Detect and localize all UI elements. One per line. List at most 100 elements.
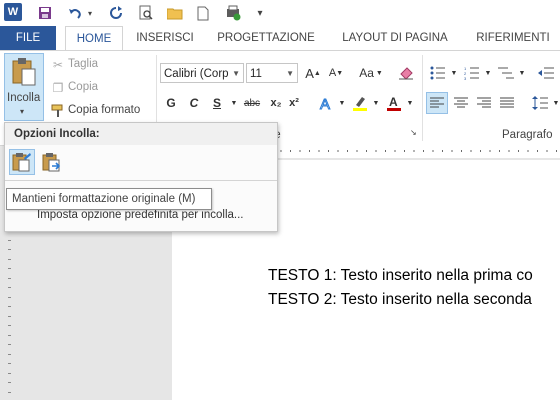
undo-dropdown-icon[interactable]: ▾: [80, 3, 100, 23]
merge-formatting-icon: [42, 153, 61, 172]
open-folder-icon[interactable]: [165, 3, 185, 23]
chevron-down-icon: ▼: [232, 69, 240, 78]
paste-button[interactable]: Incolla ▾: [4, 53, 44, 121]
strikethrough-icon[interactable]: abc: [240, 93, 264, 113]
ruler-tick: [347, 150, 348, 152]
keep-source-formatting-icon: [12, 153, 31, 172]
numbering-dropdown-icon[interactable]: ▼: [478, 63, 498, 83]
word-logo-icon: W: [4, 3, 22, 21]
ruler-tick: [432, 150, 434, 152]
font-name-value: Calibri (Corp: [164, 68, 229, 80]
document-line-2[interactable]: TESTO 2: Testo inserito nella seconda: [268, 291, 532, 309]
font-dialog-launcher-icon[interactable]: ↘: [410, 128, 417, 137]
font-size-value: 11: [250, 68, 262, 80]
quick-access-toolbar: W ▾ ▾: [0, 0, 560, 26]
tab-design[interactable]: PROGETTAZIONE: [210, 26, 322, 50]
save-icon[interactable]: [35, 3, 55, 23]
ruler-tick: [356, 150, 358, 152]
ruler-tick: [508, 150, 510, 152]
ruler-tick: [423, 150, 424, 152]
ruler-tick: [8, 296, 11, 298]
copy-icon: ❐: [52, 81, 64, 95]
paragraph-group-label: Paragrafo: [502, 129, 553, 141]
bold-icon[interactable]: G: [161, 93, 181, 113]
ruler-tick: [318, 150, 320, 152]
copy-label[interactable]: Copia: [68, 81, 98, 93]
keep-source-formatting-button[interactable]: [9, 149, 35, 175]
ruler-tick: [8, 315, 11, 317]
ruler-tick: [451, 150, 453, 152]
cut-label[interactable]: Taglia: [68, 58, 98, 70]
ribbon-tabs: FILE HOME INSERISCI PROGETTAZIONE LAYOUT…: [0, 26, 560, 50]
italic-icon[interactable]: C: [184, 93, 204, 113]
format-painter-label[interactable]: Copia formato: [68, 104, 140, 116]
change-case-icon[interactable]: Aa ▼: [356, 63, 386, 83]
font-name-combo[interactable]: Calibri (Corp ▼: [160, 63, 244, 83]
highlight-dropdown-icon[interactable]: ▼: [366, 93, 386, 113]
align-center-icon[interactable]: [451, 93, 471, 113]
format-painter-icon: [48, 101, 68, 121]
ruler-tick: [375, 150, 377, 152]
ruler-tick: [413, 150, 415, 152]
ruler-tick: [328, 150, 329, 152]
clear-formatting-icon[interactable]: [396, 63, 416, 83]
align-right-icon[interactable]: [474, 93, 494, 113]
tab-home[interactable]: HOME: [65, 26, 123, 50]
menu-divider: [5, 180, 277, 181]
ruler-tick: [537, 150, 538, 152]
ruler-tick: [442, 150, 443, 152]
grow-font-icon[interactable]: A ▲: [303, 63, 323, 83]
redo-icon[interactable]: [106, 3, 126, 23]
ruler-tick: [489, 150, 491, 152]
decrease-indent-icon[interactable]: [536, 63, 556, 83]
ruler-tick: [394, 150, 396, 152]
bullets-dropdown-icon[interactable]: ▼: [444, 63, 464, 83]
ruler-tick: [8, 353, 11, 355]
ruler-tick: [527, 150, 529, 152]
customize-icon[interactable]: ▾: [250, 3, 270, 23]
superscript-icon[interactable]: x²: [284, 93, 304, 113]
ruler-tick: [385, 150, 386, 152]
ruler-tick: [480, 150, 481, 152]
chevron-down-icon: ▼: [286, 69, 294, 78]
ruler-tick: [366, 150, 367, 152]
ruler-tick: [499, 150, 500, 152]
merge-formatting-button[interactable]: [39, 149, 65, 175]
cut-icon: ✂: [52, 58, 64, 72]
ruler-tick: [337, 150, 339, 152]
font-size-combo[interactable]: 11 ▼: [246, 63, 298, 83]
ruler-tick: [8, 363, 11, 364]
ruler-tick: [280, 150, 282, 152]
document-line-1[interactable]: TESTO 1: Testo inserito nella prima co: [268, 267, 533, 285]
svg-text:3: 3: [464, 76, 467, 80]
paste-options-header: Opzioni Incolla:: [5, 123, 277, 145]
multilevel-dropdown-icon[interactable]: ▼: [512, 63, 532, 83]
send-icon[interactable]: [223, 3, 243, 23]
paste-icon: [12, 58, 36, 86]
ruler-tick: [299, 150, 301, 152]
ruler-tick: [290, 150, 291, 152]
svg-text:A: A: [320, 96, 330, 111]
line-spacing-dropdown-icon[interactable]: ▼: [546, 93, 560, 113]
tab-references[interactable]: RIFERIMENTI: [466, 26, 560, 50]
ruler-tick: [8, 334, 11, 336]
tooltip: Mantieni formattazione originale (M): [6, 188, 212, 210]
subscript-icon[interactable]: x₂: [266, 93, 286, 113]
shrink-font-icon[interactable]: A ▼: [326, 63, 346, 83]
text-effects-dropdown-icon[interactable]: ▼: [332, 93, 352, 113]
ruler-tick: [309, 150, 310, 152]
print-preview-icon[interactable]: [136, 3, 156, 23]
ruler-tick: [518, 150, 519, 152]
ruler-tick: [8, 287, 11, 288]
tab-page-layout[interactable]: LAYOUT DI PAGINA: [334, 26, 456, 50]
justify-icon[interactable]: [497, 93, 517, 113]
align-left-button[interactable]: [426, 92, 448, 114]
ruler-tick: [8, 239, 11, 241]
tab-file[interactable]: FILE: [0, 26, 56, 50]
tab-insert[interactable]: INSERISCI: [132, 26, 198, 50]
set-default-paste-item[interactable]: Imposta opzione predefinita per incolla.…: [37, 209, 243, 221]
paste-dropdown-icon: ▾: [20, 107, 25, 116]
new-document-icon[interactable]: [193, 3, 213, 23]
font-color-dropdown-icon[interactable]: ▼: [400, 93, 420, 113]
ruler-tick: [404, 150, 405, 152]
